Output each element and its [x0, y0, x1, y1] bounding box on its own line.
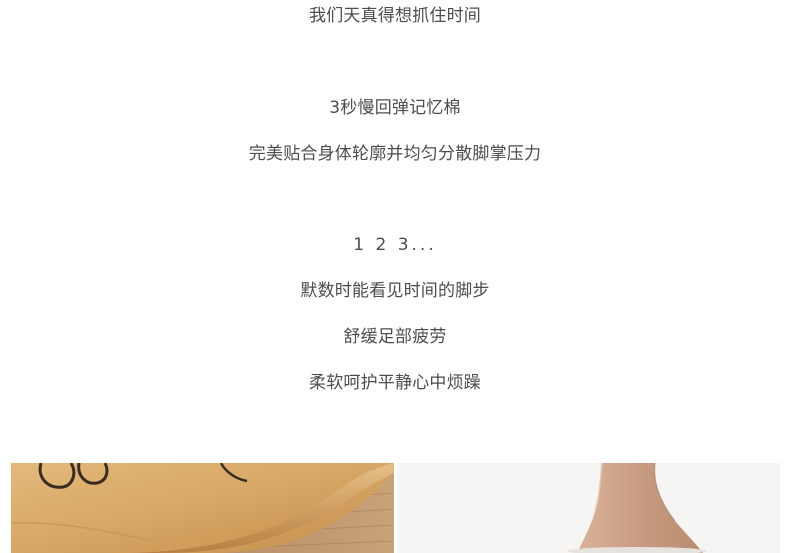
text-line-1: 我们天真得想抓住时间 — [309, 6, 481, 26]
slipper-closeup-photo — [11, 463, 394, 553]
bare-foot-photo — [397, 463, 780, 553]
text-line-7: 柔软呵护平静心中烦躁 — [309, 373, 481, 393]
text-line-6: 舒缓足部疲劳 — [343, 327, 447, 347]
text-line-2: 3秒慢回弹记忆棉 — [329, 98, 461, 118]
text-line-4: 1 2 3... — [353, 235, 437, 255]
text-line-5: 默数时能看见时间的脚步 — [300, 281, 490, 301]
text-line-3: 完美贴合身体轮廓并均匀分散脚掌压力 — [248, 144, 542, 164]
